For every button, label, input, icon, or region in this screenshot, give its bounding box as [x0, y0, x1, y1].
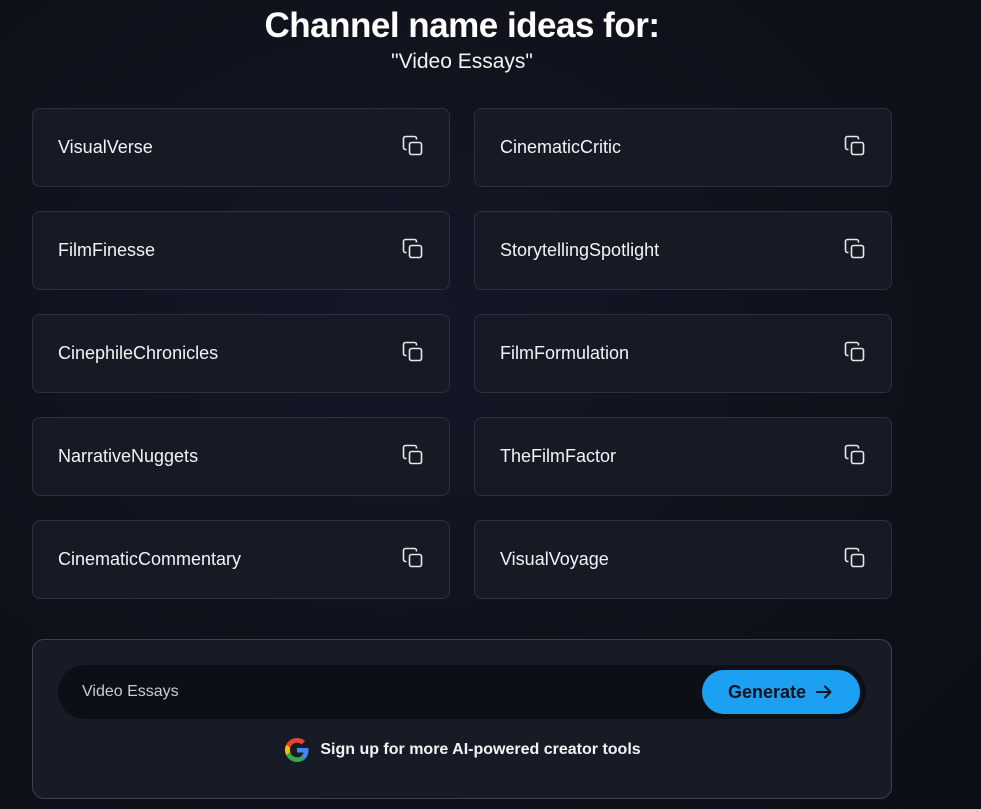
- copy-icon[interactable]: [843, 340, 867, 364]
- copy-icon[interactable]: [843, 443, 867, 467]
- generator-panel: Generate Sign up for more AI-powered cre…: [32, 639, 892, 799]
- idea-label: CinematicCritic: [500, 137, 622, 157]
- idea-card: FilmFinesse: [32, 211, 450, 290]
- idea-card: VisualVerse: [32, 108, 450, 187]
- copy-icon[interactable]: [843, 237, 867, 261]
- copy-icon[interactable]: [401, 340, 425, 364]
- idea-card: VisualVoyage: [474, 520, 892, 599]
- idea-label: CinephileChronicles: [58, 343, 219, 363]
- topic-input-bar: Generate: [58, 665, 866, 719]
- generate-button-label: Generate: [727, 681, 807, 702]
- idea-label: StorytellingSpotlight: [500, 240, 660, 260]
- copy-icon[interactable]: [401, 134, 425, 158]
- copy-icon[interactable]: [843, 546, 867, 570]
- idea-label: NarrativeNuggets: [58, 446, 199, 466]
- idea-label: TheFilmFactor: [500, 446, 617, 466]
- idea-label: FilmFinesse: [58, 240, 156, 260]
- arrow-right-icon: [814, 682, 834, 702]
- google-signup-link[interactable]: Sign up for more AI-powered creator tool…: [33, 738, 893, 762]
- idea-label: CinematicCommentary: [58, 549, 242, 569]
- page-subtitle: "Video Essays": [391, 50, 533, 73]
- idea-card: NarrativeNuggets: [32, 417, 450, 496]
- ideas-grid: VisualVerse CinematicCritic FilmFinesse …: [32, 108, 892, 599]
- signup-label: Sign up for more AI-powered creator tool…: [320, 741, 641, 758]
- idea-label: VisualVerse: [58, 137, 153, 157]
- idea-card: CinephileChronicles: [32, 314, 450, 393]
- idea-card: CinematicCritic: [474, 108, 892, 187]
- idea-card: CinematicCommentary: [32, 520, 450, 599]
- generate-button[interactable]: Generate: [700, 668, 862, 716]
- topic-input[interactable]: [82, 665, 682, 719]
- google-icon: [285, 738, 309, 762]
- copy-icon[interactable]: [843, 134, 867, 158]
- idea-card: FilmFormulation: [474, 314, 892, 393]
- page-title: Channel name ideas for:: [264, 6, 660, 45]
- page: Channel name ideas for: "Video Essays" V…: [0, 0, 981, 809]
- idea-label: VisualVoyage: [500, 549, 609, 569]
- copy-icon[interactable]: [401, 546, 425, 570]
- idea-card: StorytellingSpotlight: [474, 211, 892, 290]
- copy-icon[interactable]: [401, 237, 425, 261]
- copy-icon[interactable]: [401, 443, 425, 467]
- idea-label: FilmFormulation: [500, 343, 630, 363]
- idea-card: TheFilmFactor: [474, 417, 892, 496]
